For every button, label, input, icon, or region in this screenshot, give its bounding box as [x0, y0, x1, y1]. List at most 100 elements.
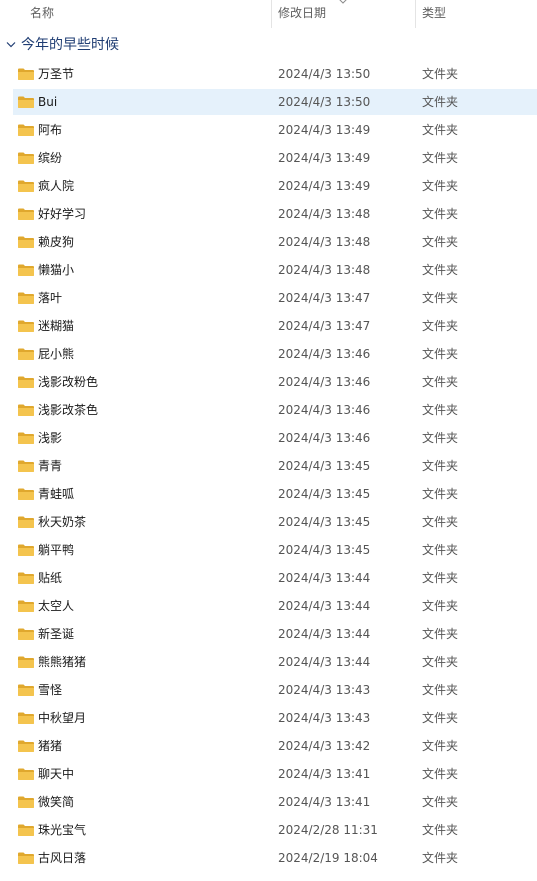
- table-row[interactable]: 浅影 2024/4/3 13:46 文件夹: [0, 424, 537, 452]
- folder-icon: [18, 572, 34, 584]
- table-row[interactable]: 迷糊猫 2024/4/3 13:47 文件夹: [0, 312, 537, 340]
- group-header[interactable]: 今年的早些时候: [0, 33, 537, 57]
- file-name: 好好学习: [38, 207, 87, 221]
- table-row[interactable]: 躺平鸭 2024/4/3 13:45 文件夹: [0, 536, 537, 564]
- file-modified-date: 2024/4/3 13:50: [278, 95, 371, 109]
- file-type: 文件夹: [422, 207, 459, 221]
- file-name: 秋天奶茶: [38, 515, 87, 529]
- file-name: Bui: [38, 95, 58, 109]
- column-header-type[interactable]: 类型: [422, 0, 446, 30]
- table-row[interactable]: 雪怪 2024/4/3 13:43 文件夹: [0, 676, 537, 704]
- table-row[interactable]: 古风日落 2024/2/19 18:04 文件夹: [0, 844, 537, 872]
- folder-icon: [18, 432, 34, 444]
- table-row[interactable]: 秋天奶茶 2024/4/3 13:45 文件夹: [0, 508, 537, 536]
- column-header-date[interactable]: 修改日期: [278, 0, 326, 30]
- file-modified-date: 2024/4/3 13:47: [278, 291, 371, 305]
- file-name: 青蛙呱: [38, 487, 75, 501]
- file-modified-date: 2024/2/19 18:04: [278, 851, 378, 865]
- column-divider[interactable]: [415, 0, 416, 28]
- file-modified-date: 2024/4/3 13:48: [278, 263, 371, 277]
- file-type: 文件夹: [422, 459, 459, 473]
- table-row[interactable]: 懒猫小 2024/4/3 13:48 文件夹: [0, 256, 537, 284]
- table-row[interactable]: 猪猪 2024/4/3 13:42 文件夹: [0, 732, 537, 760]
- file-type: 文件夹: [422, 851, 459, 865]
- row-selection-highlight: [13, 89, 537, 115]
- file-list: 万圣节 2024/4/3 13:50 文件夹 Bui 2024/4/3 13:50 文件夹…: [0, 60, 537, 872]
- file-name: 浅影改粉色: [38, 375, 99, 389]
- table-row[interactable]: 浅影改茶色 2024/4/3 13:46 文件夹: [0, 396, 537, 424]
- file-type: 文件夹: [422, 179, 459, 193]
- file-name: 浅影改茶色: [38, 403, 99, 417]
- column-divider[interactable]: [271, 0, 272, 28]
- table-row[interactable]: 好好学习 2024/4/3 13:48 文件夹: [0, 200, 537, 228]
- file-modified-date: 2024/4/3 13:47: [278, 319, 371, 333]
- file-type: 文件夹: [422, 711, 459, 725]
- folder-icon: [18, 292, 34, 304]
- table-row[interactable]: 微笑简 2024/4/3 13:41 文件夹: [0, 788, 537, 816]
- file-modified-date: 2024/4/3 13:46: [278, 431, 371, 445]
- table-row[interactable]: 珠光宝气 2024/2/28 11:31 文件夹: [0, 816, 537, 844]
- file-name: 疯人院: [38, 179, 75, 193]
- folder-icon: [18, 376, 34, 388]
- table-row[interactable]: 疯人院 2024/4/3 13:49 文件夹: [0, 172, 537, 200]
- group-title: 今年的早些时候: [21, 37, 119, 53]
- file-type: 文件夹: [422, 627, 459, 641]
- file-modified-date: 2024/4/3 13:49: [278, 151, 371, 165]
- chevron-down-icon: [339, 0, 347, 4]
- file-modified-date: 2024/4/3 13:44: [278, 627, 371, 641]
- column-header-bar: 名称 修改日期 类型: [0, 0, 537, 30]
- file-name: 雪怪: [38, 683, 63, 697]
- folder-icon: [18, 488, 34, 500]
- file-type: 文件夹: [422, 823, 459, 837]
- file-type: 文件夹: [422, 487, 459, 501]
- table-row[interactable]: 青蛙呱 2024/4/3 13:45 文件夹: [0, 480, 537, 508]
- file-name: 阿布: [38, 123, 63, 137]
- table-row[interactable]: 浅影改粉色 2024/4/3 13:46 文件夹: [0, 368, 537, 396]
- table-row[interactable]: 贴纸 2024/4/3 13:44 文件夹: [0, 564, 537, 592]
- table-row[interactable]: 青青 2024/4/3 13:45 文件夹: [0, 452, 537, 480]
- file-name: 浅影: [38, 431, 63, 445]
- folder-icon: [18, 628, 34, 640]
- file-modified-date: 2024/4/3 13:41: [278, 795, 371, 809]
- table-row[interactable]: 聊天中 2024/4/3 13:41 文件夹: [0, 760, 537, 788]
- file-modified-date: 2024/4/3 13:43: [278, 683, 371, 697]
- folder-icon: [18, 684, 34, 696]
- folder-icon: [18, 264, 34, 276]
- table-row[interactable]: 赖皮狗 2024/4/3 13:48 文件夹: [0, 228, 537, 256]
- file-modified-date: 2024/4/3 13:46: [278, 347, 371, 361]
- file-name: 古风日落: [38, 851, 87, 865]
- file-type: 文件夹: [422, 291, 459, 305]
- file-type: 文件夹: [422, 375, 459, 389]
- file-type: 文件夹: [422, 235, 459, 249]
- file-name: 聊天中: [38, 767, 75, 781]
- file-type: 文件夹: [422, 263, 459, 277]
- file-name: 太空人: [38, 599, 75, 613]
- file-name: 贴纸: [38, 571, 63, 585]
- file-type: 文件夹: [422, 123, 459, 137]
- folder-icon: [18, 460, 34, 472]
- table-row[interactable]: 中秋望月 2024/4/3 13:43 文件夹: [0, 704, 537, 732]
- file-modified-date: 2024/4/3 13:48: [278, 207, 371, 221]
- table-row[interactable]: 落叶 2024/4/3 13:47 文件夹: [0, 284, 537, 312]
- table-row[interactable]: 太空人 2024/4/3 13:44 文件夹: [0, 592, 537, 620]
- file-modified-date: 2024/4/3 13:44: [278, 655, 371, 669]
- file-name: 猪猪: [38, 739, 63, 753]
- folder-icon: [18, 348, 34, 360]
- column-header-name[interactable]: 名称: [30, 0, 54, 30]
- file-name: 微笑简: [38, 795, 75, 809]
- table-row[interactable]: 阿布 2024/4/3 13:49 文件夹: [0, 116, 537, 144]
- folder-icon: [18, 600, 34, 612]
- table-row[interactable]: 缤纷 2024/4/3 13:49 文件夹: [0, 144, 537, 172]
- file-modified-date: 2024/4/3 13:42: [278, 739, 371, 753]
- table-row[interactable]: Bui 2024/4/3 13:50 文件夹: [0, 88, 537, 116]
- table-row[interactable]: 屁小熊 2024/4/3 13:46 文件夹: [0, 340, 537, 368]
- file-modified-date: 2024/2/28 11:31: [278, 823, 378, 837]
- file-name: 懒猫小: [38, 263, 75, 277]
- chevron-down-icon[interactable]: [6, 41, 16, 49]
- folder-icon: [18, 740, 34, 752]
- table-row[interactable]: 新圣诞 2024/4/3 13:44 文件夹: [0, 620, 537, 648]
- file-name: 熊熊猪猪: [38, 655, 87, 669]
- file-type: 文件夹: [422, 67, 459, 81]
- table-row[interactable]: 万圣节 2024/4/3 13:50 文件夹: [0, 60, 537, 88]
- table-row[interactable]: 熊熊猪猪 2024/4/3 13:44 文件夹: [0, 648, 537, 676]
